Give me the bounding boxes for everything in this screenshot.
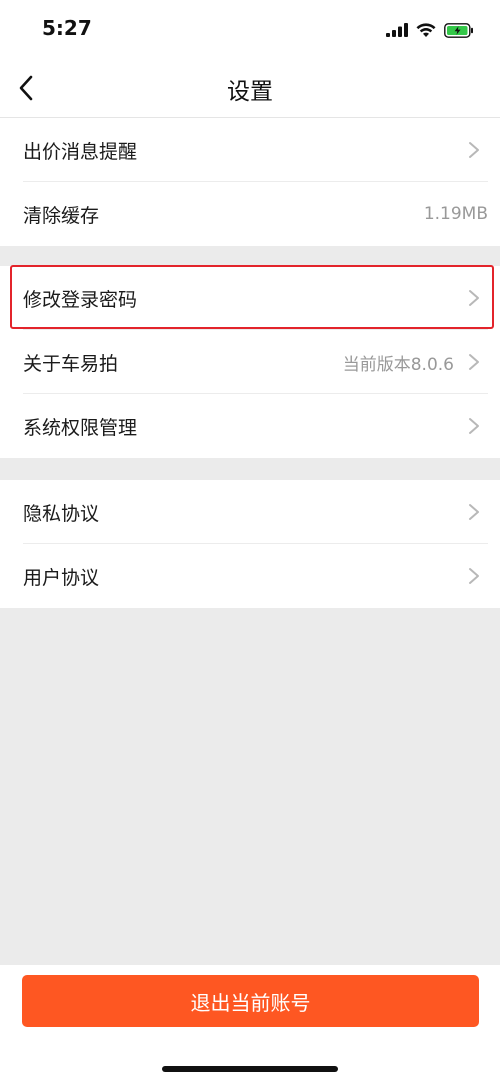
logout-button[interactable]: 退出当前账号	[22, 975, 479, 1027]
permission-management-item[interactable]: 系统权限管理	[0, 394, 500, 458]
page-title: 设置	[227, 79, 273, 105]
settings-group-notifications: 出价消息提醒 清除缓存 1.19MB	[0, 118, 500, 246]
status-bar: 5:27	[0, 0, 500, 60]
row-label: 出价消息提醒	[23, 140, 138, 163]
cache-size-value: 1.19MB	[423, 204, 488, 224]
bid-notification-item[interactable]: 出价消息提醒	[0, 118, 500, 182]
row-label: 修改登录密码	[23, 288, 138, 311]
chevron-right-icon	[469, 418, 479, 434]
privacy-policy-item[interactable]: 隐私协议	[0, 480, 500, 544]
status-time: 5:27	[42, 16, 92, 40]
version-value: 当前版本8.0.6	[342, 354, 454, 375]
row-label: 隐私协议	[23, 502, 100, 525]
bottom-bar: 退出当前账号	[0, 965, 500, 1083]
user-agreement-item[interactable]: 用户协议	[0, 544, 500, 608]
row-label: 用户协议	[23, 566, 100, 589]
clear-cache-item[interactable]: 清除缓存 1.19MB	[0, 182, 500, 246]
row-label: 系统权限管理	[23, 416, 138, 439]
row-label: 关于车易拍	[23, 352, 119, 375]
change-password-item[interactable]: 修改登录密码	[0, 266, 500, 330]
status-icons	[386, 20, 474, 40]
battery-icon	[444, 22, 473, 38]
home-indicator	[162, 1066, 338, 1072]
chevron-right-icon	[469, 354, 479, 370]
signal-icon	[386, 23, 408, 37]
chevron-right-icon	[469, 142, 479, 158]
about-item[interactable]: 关于车易拍 当前版本8.0.6	[0, 330, 500, 394]
wifi-icon	[416, 22, 436, 37]
chevron-right-icon	[469, 504, 479, 520]
chevron-right-icon	[469, 290, 479, 306]
nav-bar: 设置	[0, 60, 500, 118]
chevron-right-icon	[469, 568, 479, 584]
row-label: 清除缓存	[23, 204, 100, 227]
settings-group-account: 修改登录密码 关于车易拍 当前版本8.0.6 系统权限管理	[0, 266, 500, 458]
settings-group-agreements: 隐私协议 用户协议	[0, 480, 500, 608]
